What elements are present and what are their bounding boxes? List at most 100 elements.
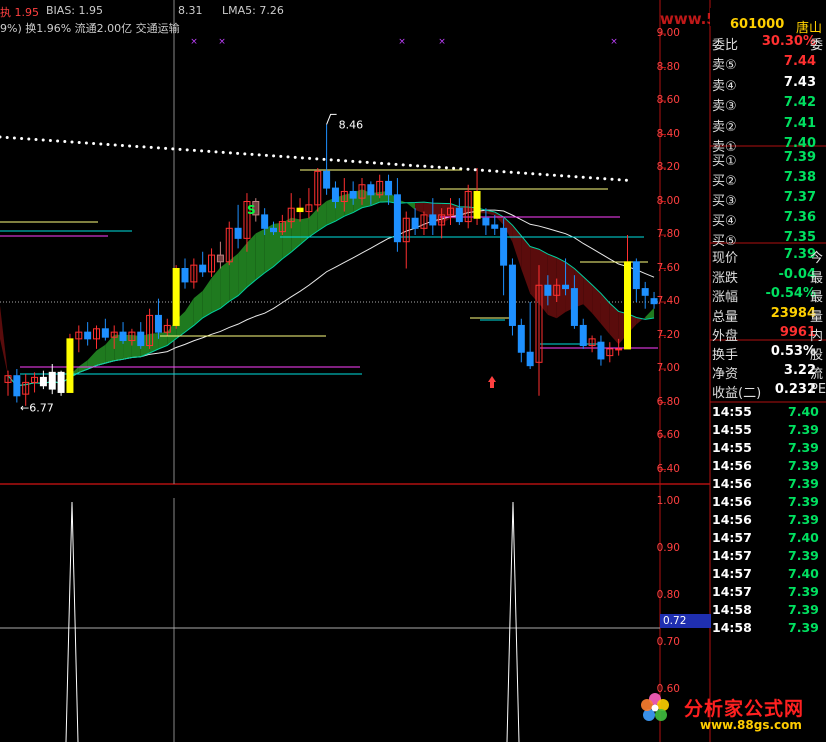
candle-body (137, 331, 145, 347)
candle-body (331, 187, 339, 203)
candle-body (579, 324, 587, 347)
candle-body (101, 328, 109, 338)
high-price-label: 8.46 (339, 118, 364, 131)
tick-row[interactable]: 14:55 7.39 (712, 440, 826, 458)
watermark-petal (657, 699, 669, 711)
stat-row[interactable]: 外盘 9961 内 (712, 325, 826, 344)
trend-dot (538, 172, 542, 176)
tick-row[interactable]: 14:56 7.39 (712, 476, 826, 494)
buy-level-row[interactable]: 买① 7.39 (712, 150, 826, 169)
ma-cloud-segment (609, 303, 619, 345)
buy-level-row[interactable]: 买③ 7.37 (712, 190, 826, 209)
candle-body (119, 331, 127, 342)
price-tick-label: 7.20 (656, 328, 680, 341)
sell-level-row[interactable]: 卖④ 7.43 (712, 75, 826, 94)
stat-row[interactable]: 总量 23984 量 (712, 306, 826, 325)
finance-row[interactable]: 净资 3.22 流 (712, 363, 826, 382)
indicator-spike-left (65, 501, 79, 742)
candle-body (517, 324, 525, 353)
tick-price: 7.39 (788, 476, 819, 491)
tick-row[interactable]: 14:55 7.39 (712, 422, 826, 440)
tick-price: 7.40 (788, 566, 819, 581)
weibi-row[interactable]: 委比 30.30% 委 (712, 34, 826, 53)
quote-label: 卖④ (712, 78, 737, 94)
tick-row[interactable]: 14:58 7.39 (712, 620, 826, 638)
ma-cloud-segment (406, 202, 416, 210)
trend-dot (315, 157, 319, 161)
trend-dot (142, 145, 146, 149)
quote-extra-label: 最 (810, 270, 824, 286)
trend-dot (329, 158, 333, 162)
tick-row[interactable]: 14:56 7.39 (712, 494, 826, 512)
ma-cloud-segment (512, 225, 522, 270)
trend-dot (336, 158, 340, 162)
tick-row[interactable]: 14:56 7.39 (712, 512, 826, 530)
trend-dot (444, 166, 448, 170)
tick-row[interactable]: 14:58 7.39 (712, 602, 826, 620)
watermark-center (651, 704, 659, 712)
tick-row[interactable]: 14:57 7.40 (712, 530, 826, 548)
candle-body (349, 190, 357, 199)
trend-dot (509, 170, 513, 174)
stock-header[interactable]: 601000 唐山 (710, 8, 826, 36)
buy-level-row[interactable]: 买② 7.38 (712, 170, 826, 189)
tick-row[interactable]: 14:55 7.40 (712, 404, 826, 422)
tick-time: 14:56 (712, 494, 752, 509)
trend-dot (372, 161, 376, 165)
ma-cloud-segment (592, 284, 601, 324)
sell-level-row[interactable]: 卖② 7.41 (712, 116, 826, 135)
trend-dot (502, 170, 506, 174)
trend-dot (192, 148, 196, 152)
candle-body (216, 254, 224, 263)
high-pointer (326, 113, 337, 125)
price-tick-label: 9.00 (656, 27, 680, 39)
trend-dot (228, 151, 232, 155)
stat-row[interactable]: 涨幅 -0.54% 最 (712, 286, 826, 305)
tick-price: 7.39 (788, 602, 819, 617)
quote-panel: 601000 唐山 委比 30.30% 委卖⑤ 7.44 卖④ 7.43 卖③ 7.42 卖② 7… (710, 0, 826, 742)
trend-dot (0, 135, 2, 139)
trend-dot (92, 141, 96, 145)
finance-row[interactable]: 收益(二) 0.232 PE (712, 382, 826, 401)
candle-body (234, 227, 242, 239)
sell-level-row[interactable]: 卖③ 7.42 (712, 95, 826, 114)
tick-row[interactable]: 14:56 7.39 (712, 458, 826, 476)
sell-level-row[interactable]: 卖⑤ 7.44 (712, 54, 826, 73)
trend-dot (524, 171, 528, 175)
candle-body (172, 268, 180, 326)
trend-dot (603, 177, 607, 181)
quote-value: 7.37 (783, 190, 816, 205)
quote-extra-label: 股 (810, 348, 824, 363)
trend-dot (84, 141, 88, 145)
ma-cloud-segment (105, 334, 115, 364)
trend-dot (63, 139, 67, 143)
trend-dot (106, 142, 110, 146)
price-tick-label: 7.60 (656, 261, 680, 274)
trend-dot (416, 164, 420, 168)
stat-row[interactable]: 涨跌 -0.04 最 (712, 267, 826, 286)
ma-cloud-segment (229, 253, 239, 302)
buy-level-row[interactable]: 买⑤ 7.35 (712, 230, 826, 249)
quote-value: 7.38 (783, 170, 816, 185)
finance-row[interactable]: 换手 0.53% 股 (712, 344, 826, 363)
tick-price: 7.40 (788, 530, 819, 545)
trend-dot (617, 178, 621, 182)
quote-extra-label: 内 (810, 329, 824, 344)
trend-dot (344, 159, 348, 163)
stock-code: 601000 (730, 17, 785, 32)
tick-row[interactable]: 14:57 7.39 (712, 548, 826, 566)
trend-dot (466, 167, 470, 171)
quote-label: 现价 (712, 251, 739, 266)
candle-body (261, 214, 269, 229)
candle-body (367, 184, 375, 196)
price-tick-label: 7.00 (656, 362, 680, 374)
ma-cloud-segment (291, 217, 301, 253)
buy-level-row[interactable]: 买④ 7.36 (712, 210, 826, 229)
signal-marker: × (610, 37, 618, 47)
stat-row[interactable]: 现价 7.39 今 (712, 247, 826, 266)
tick-row[interactable]: 14:57 7.40 (712, 566, 826, 584)
tick-row[interactable]: 14:57 7.39 (712, 584, 826, 602)
indicator-tick-label: 1.00 (656, 495, 680, 507)
price-tick-label: 6.40 (656, 462, 680, 475)
quote-label: 换手 (712, 348, 739, 363)
